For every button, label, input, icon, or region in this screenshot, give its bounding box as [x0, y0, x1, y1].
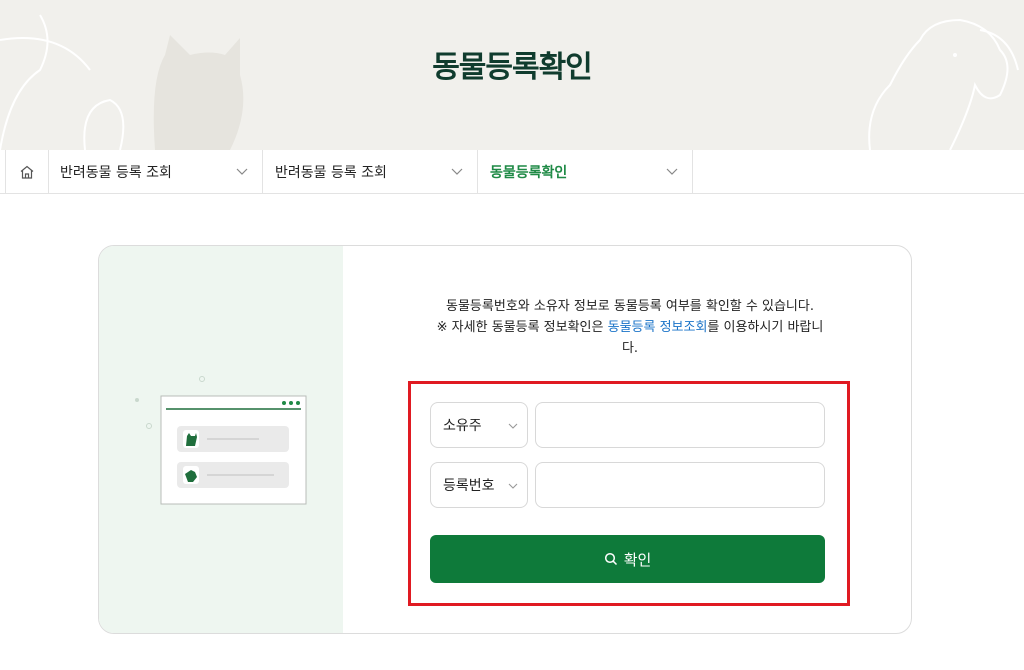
owner-type-select[interactable]: 소유주 — [430, 402, 528, 448]
confirm-button[interactable]: 확인 — [430, 535, 825, 583]
breadcrumb-label: 동물등록확인 — [490, 164, 568, 181]
owner-type-select-value: 소유주 — [443, 418, 482, 434]
chevron-down-icon — [451, 168, 463, 175]
home-icon — [20, 165, 34, 179]
breadcrumb-item-3[interactable]: 동물등록확인 — [478, 150, 693, 193]
registration-type-select[interactable]: 등록번호 — [430, 462, 528, 508]
breadcrumb-item-2[interactable]: 반려동물 등록 조회 — [263, 150, 478, 193]
confirm-button-label: 확인 — [623, 550, 652, 569]
registration-browser-illustration-icon — [135, 376, 307, 505]
intro-note: ※ 자세한 동물등록 정보확인은 동물등록 정보조회를 이용하시기 바랍니다. — [430, 317, 830, 359]
intro-text: 동물등록번호와 소유자 정보로 동물등록 여부를 확인할 수 있습니다. ※ 자… — [430, 296, 830, 359]
breadcrumb-label: 반려동물 등록 조회 — [60, 164, 172, 181]
owner-name-input[interactable] — [535, 402, 825, 448]
intro-note-prefix: ※ 자세한 동물등록 정보확인은 — [436, 320, 608, 335]
chevron-down-icon — [666, 168, 678, 175]
card-illustration-panel — [99, 246, 343, 633]
page-banner: 동물등록확인 — [0, 0, 1024, 150]
registration-type-select-value: 등록번호 — [443, 478, 495, 494]
home-button[interactable] — [5, 150, 49, 193]
chevron-down-icon — [508, 423, 518, 429]
registration-info-lookup-link[interactable]: 동물등록 정보조회 — [608, 320, 708, 335]
breadcrumb-item-1[interactable]: 반려동물 등록 조회 — [48, 150, 263, 193]
dog-illustration-icon — [868, 18, 1019, 150]
chevron-down-icon — [508, 483, 518, 489]
breadcrumb-label: 반려동물 등록 조회 — [275, 164, 387, 181]
breadcrumb: 반려동물 등록 조회 반려동물 등록 조회 동물등록확인 — [0, 150, 1024, 194]
search-icon — [604, 552, 617, 566]
intro-line: 동물등록번호와 소유자 정보로 동물등록 여부를 확인할 수 있습니다. — [446, 299, 814, 314]
registration-number-input[interactable] — [535, 462, 825, 508]
chevron-down-icon — [236, 168, 248, 175]
